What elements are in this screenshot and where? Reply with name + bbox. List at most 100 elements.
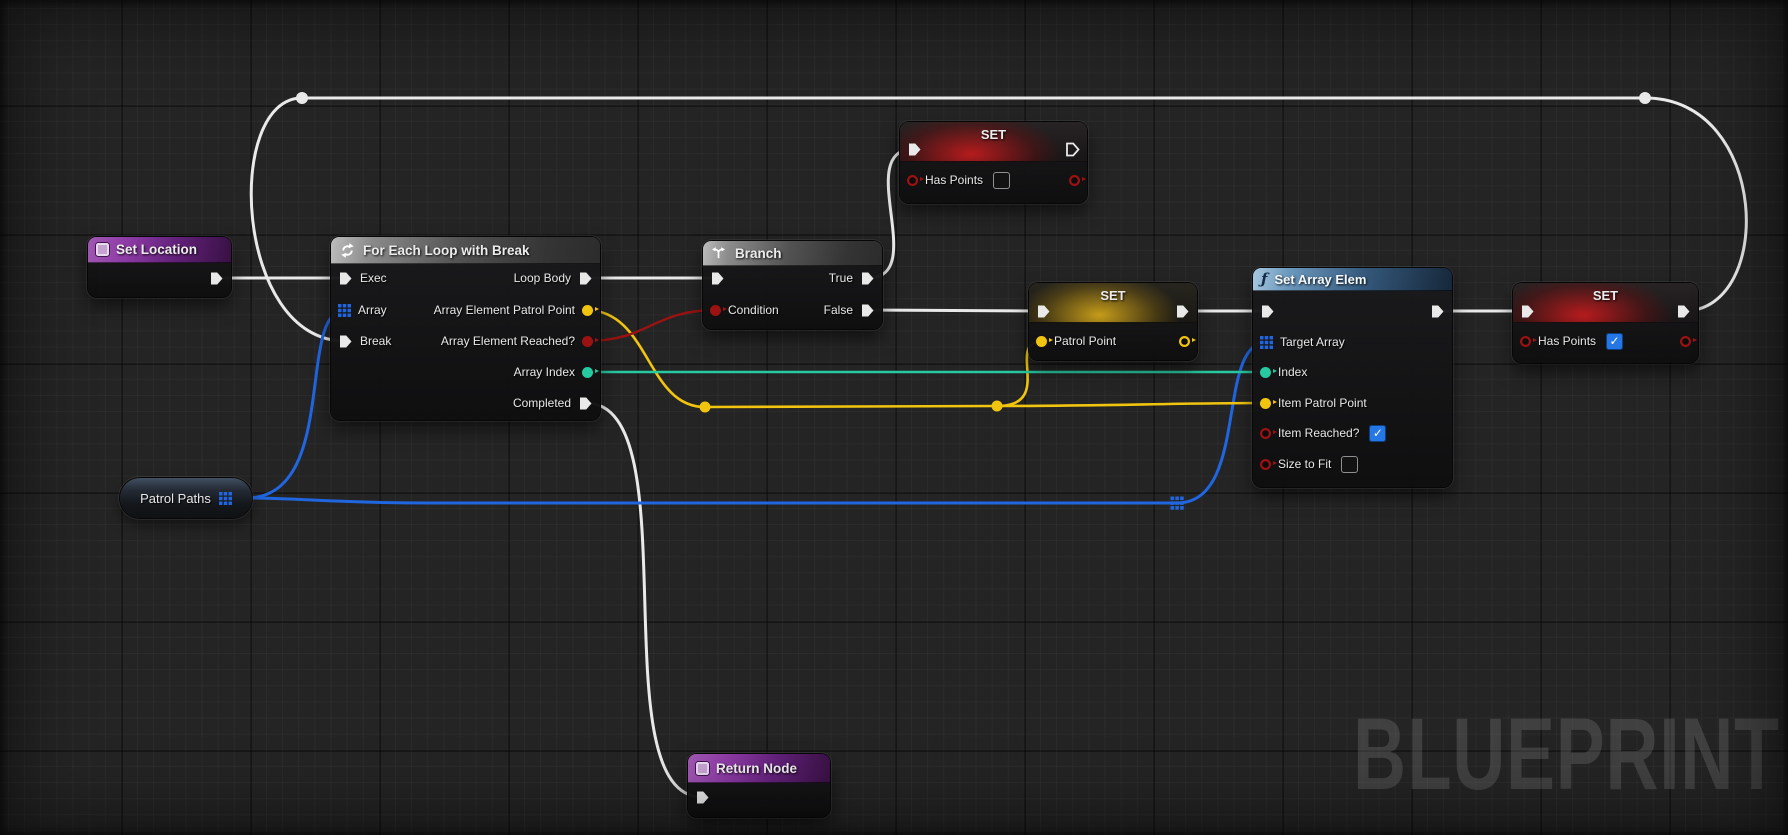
data-in-pin[interactable] <box>710 304 727 316</box>
exec-in-pin[interactable] <box>1520 304 1535 319</box>
node-title: Return Node <box>716 760 797 776</box>
node-header[interactable]: Set Location <box>88 237 231 263</box>
reroute-node-exec-left[interactable] <box>296 92 308 104</box>
reroute-node-yellow-2[interactable] <box>991 400 1003 412</box>
reroute-node-exec-right[interactable] <box>1639 92 1651 104</box>
data-out-pin[interactable] <box>1069 174 1086 186</box>
wire-reroute2-to-itempatrolpoint[interactable] <box>996 401 1268 408</box>
exec-in-pin[interactable] <box>1036 304 1051 319</box>
bool-checkbox[interactable] <box>1369 424 1387 442</box>
node-header[interactable]: Return Node <box>688 754 830 783</box>
pin-row: Item Reached? <box>1253 420 1452 446</box>
node-set-location[interactable]: Set Location <box>88 237 231 297</box>
node-header[interactable]: For Each Loop with Break <box>331 237 600 264</box>
pin-label: Break <box>360 334 392 348</box>
data-in-pin[interactable] <box>1260 366 1277 378</box>
pin-label: Condition <box>728 303 779 317</box>
pin-row: Completed <box>331 390 600 416</box>
exec-in-pin[interactable] <box>710 271 725 286</box>
exec-out-pin[interactable] <box>578 271 593 286</box>
variable-label: Patrol Paths <box>140 490 211 506</box>
exec-in-pin[interactable] <box>695 790 710 805</box>
exec-out-pin[interactable] <box>1175 304 1190 319</box>
data-in-pin[interactable] <box>907 174 924 186</box>
bool-checkbox[interactable] <box>993 171 1011 189</box>
pin-row <box>900 136 1087 162</box>
data-in-pin[interactable] <box>1260 427 1277 439</box>
exec-out-pin[interactable] <box>1065 142 1080 157</box>
pin-row: True <box>703 265 882 291</box>
exec-out-pin[interactable] <box>1676 304 1691 319</box>
pin-label: Array Index <box>513 365 575 379</box>
pin-label: Array <box>358 303 387 317</box>
data-in-pin[interactable] <box>1260 397 1277 409</box>
array-pin[interactable] <box>338 303 351 317</box>
data-in-pin[interactable] <box>1260 458 1277 470</box>
pin-label: True <box>828 271 853 285</box>
wire-false-to-set-patrolpoint[interactable] <box>867 308 1044 313</box>
node-for-each-loop-with-break[interactable]: For Each Loop with Break Exec Loop Body … <box>331 237 600 420</box>
branch-icon <box>711 245 728 262</box>
pin-row: Patrol Point <box>1029 328 1197 354</box>
reroute-node-array[interactable] <box>1170 496 1184 510</box>
pin-label: Item Patrol Point <box>1278 396 1367 410</box>
pin-row: Break Array Element Reached? <box>331 328 600 354</box>
function-icon <box>96 243 109 256</box>
bool-checkbox[interactable] <box>1606 332 1624 350</box>
data-out-pin[interactable] <box>582 304 599 316</box>
data-in-pin[interactable] <box>1036 335 1053 347</box>
node-header[interactable]: Branch <box>703 241 882 266</box>
node-patrol-paths-getter[interactable]: Patrol Paths <box>120 478 252 518</box>
node-set-patrol-point[interactable]: SET Patrol Point <box>1029 283 1197 360</box>
array-out-pin[interactable] <box>218 491 232 505</box>
exec-out-pin[interactable] <box>578 396 593 411</box>
pin-row <box>1029 298 1197 324</box>
exec-in-pin[interactable] <box>907 142 922 157</box>
exec-in-pin[interactable] <box>338 271 353 286</box>
node-header[interactable]: ƒ Set Array Elem <box>1253 268 1452 291</box>
pin-label: Array Element Patrol Point <box>433 303 575 317</box>
bool-checkbox[interactable] <box>1341 455 1359 473</box>
pin-label: Target Array <box>1280 335 1345 349</box>
exec-out-pin[interactable] <box>1430 304 1445 319</box>
pin-row <box>1253 298 1452 324</box>
node-title: Branch <box>735 245 782 261</box>
pin-row <box>688 784 830 810</box>
pin-label: Completed <box>512 396 571 410</box>
node-return-node[interactable]: Return Node <box>688 754 830 817</box>
wire-reroute1-to-reroute2[interactable] <box>704 404 998 409</box>
exec-out-pin[interactable] <box>209 271 224 286</box>
node-set-array-elem[interactable]: ƒ Set Array Elem Target Array Index Item… <box>1253 268 1452 487</box>
exec-out-pin[interactable] <box>860 303 875 318</box>
array-pin[interactable] <box>1260 335 1273 349</box>
pin-row <box>88 265 231 291</box>
data-out-pin[interactable] <box>1179 335 1196 347</box>
node-title: Set Location <box>116 242 198 257</box>
data-out-pin[interactable] <box>582 366 599 378</box>
reroute-node-yellow-1[interactable] <box>699 401 711 413</box>
blueprint-graph-canvas[interactable]: BLUEPRINT Set Location For Each Loop wit… <box>0 0 1788 835</box>
pin-row: Has Points <box>900 167 1087 193</box>
wire-completed-to-returnnode[interactable] <box>585 401 703 799</box>
pin-row <box>1513 298 1698 324</box>
pin-label: Has Points <box>925 173 984 187</box>
exec-in-pin[interactable] <box>338 334 353 349</box>
node-branch[interactable]: Branch True Condition False <box>703 241 882 329</box>
pin-row: Condition False <box>703 297 882 323</box>
pin-label: Size to Fit <box>1278 457 1332 471</box>
pin-row: Size to Fit <box>1253 451 1452 477</box>
data-in-pin[interactable] <box>1520 335 1537 347</box>
data-out-pin[interactable] <box>1680 335 1697 347</box>
node-set-has-points-right[interactable]: SET Has Points <box>1513 283 1698 363</box>
pin-row: Exec Loop Body <box>331 265 600 291</box>
exec-in-pin[interactable] <box>1260 304 1275 319</box>
exec-out-pin[interactable] <box>860 271 875 286</box>
pin-label: Exec <box>360 271 387 285</box>
wire-arrayelement-to-reroute1[interactable] <box>585 308 706 409</box>
node-title: Set Array Elem <box>1274 271 1367 287</box>
data-out-pin[interactable] <box>582 335 599 347</box>
pin-label: Patrol Point <box>1054 334 1117 348</box>
node-set-has-points-top[interactable]: SET Has Points <box>900 122 1087 203</box>
pin-row: Target Array <box>1253 329 1452 355</box>
pin-row: Has Points <box>1513 328 1698 354</box>
